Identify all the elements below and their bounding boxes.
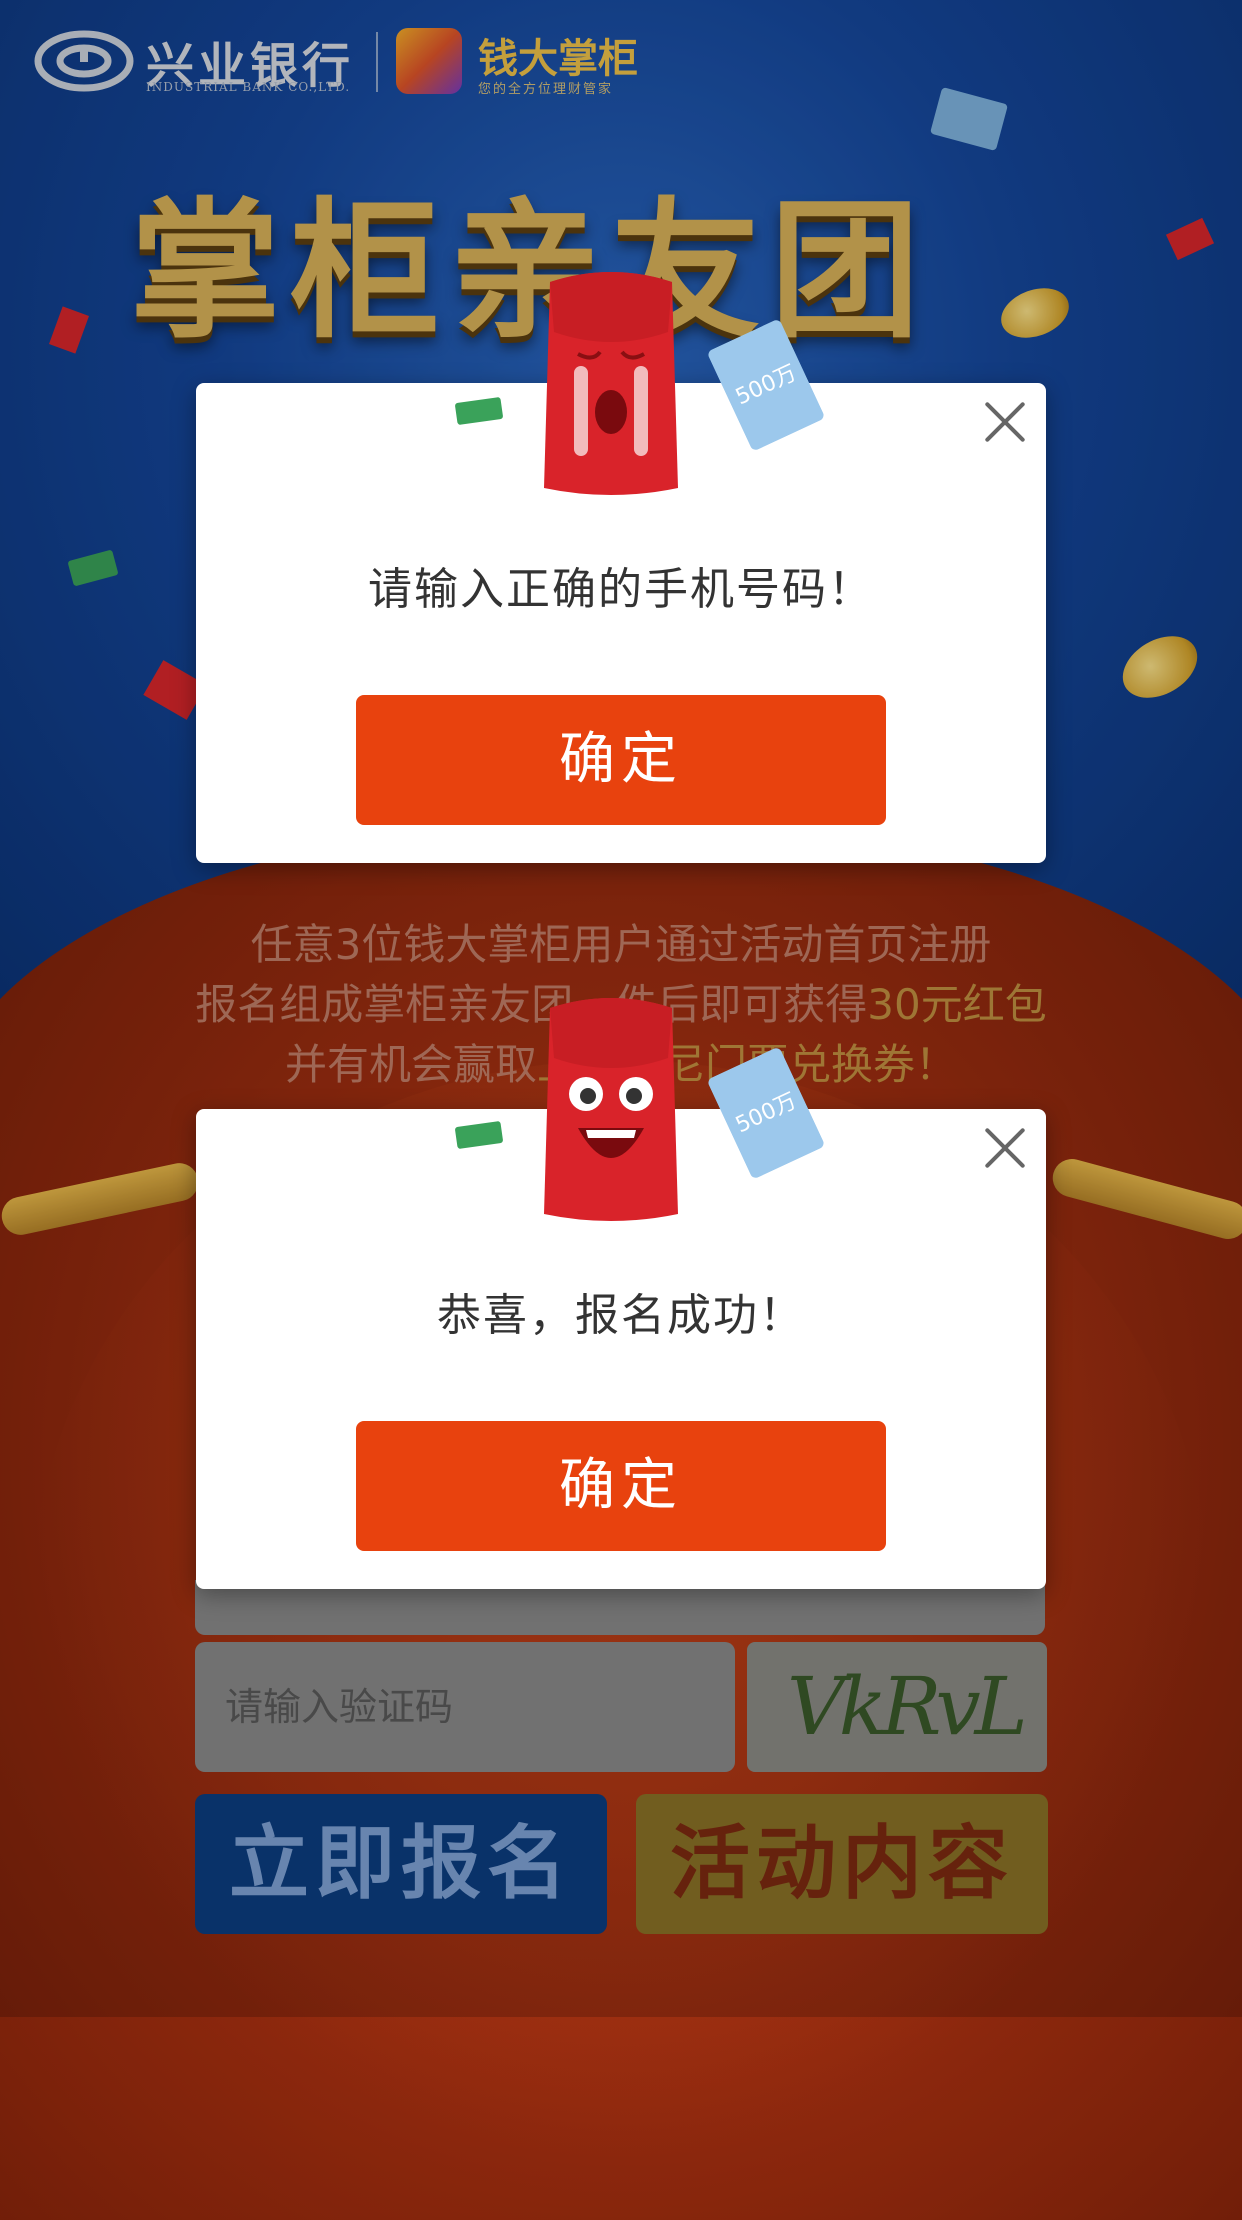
confirm-button[interactable]: 确定 (356, 1421, 886, 1551)
close-icon[interactable] (982, 399, 1028, 445)
confirm-button[interactable]: 确定 (356, 695, 886, 825)
dialog-message: 恭喜，报名成功！ (437, 1290, 805, 1341)
dialog-message: 请输入正确的手机号码！ (368, 564, 874, 615)
crying-envelope-icon (544, 272, 678, 495)
happy-envelope-icon (544, 998, 678, 1221)
close-icon[interactable] (982, 1125, 1028, 1171)
